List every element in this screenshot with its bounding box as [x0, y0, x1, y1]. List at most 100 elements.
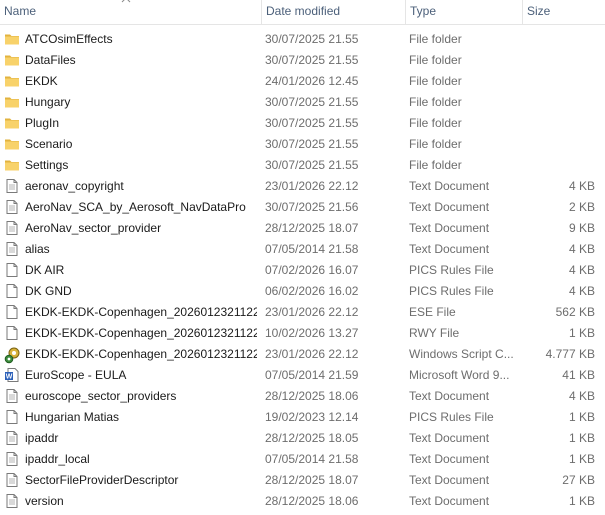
file-row[interactable]: DK AIR 07/02/2026 16.07 PICS Rules File 4 K… — [0, 260, 605, 281]
blank-file-icon — [4, 323, 22, 344]
file-date-modified: 30/07/2025 21.55 — [265, 32, 359, 46]
file-row[interactable]: EKDK-EKDK-Copenhagen_2026012321122... 23/… — [0, 344, 605, 365]
file-size: 1 KB — [568, 494, 595, 508]
file-size: 4 KB — [568, 389, 595, 403]
folder-icon — [4, 155, 22, 176]
file-name: EKDK-EKDK-Copenhagen_2026012321122... — [25, 326, 257, 340]
file-size: 2 KB — [568, 200, 595, 214]
file-date-modified: 28/12/2025 18.05 — [265, 431, 359, 445]
file-date-modified: 28/12/2025 18.07 — [265, 221, 359, 235]
file-size: 4 KB — [568, 242, 595, 256]
file-type: PICS Rules File — [409, 410, 494, 424]
file-type: Text Document — [409, 179, 490, 193]
file-name: ATCOsimEffects — [25, 32, 113, 46]
file-date-modified: 30/07/2025 21.55 — [265, 137, 359, 151]
file-list: ATCOsimEffects 30/07/2025 21.55 File folde… — [0, 29, 605, 512]
file-date-modified: 19/02/2023 12.14 — [265, 410, 359, 424]
file-row[interactable]: aeronav_copyright 23/01/2026 22.12 Text Do… — [0, 176, 605, 197]
file-row[interactable]: DataFiles 30/07/2025 21.55 File folder — [0, 50, 605, 71]
text-document-icon — [4, 449, 22, 470]
text-document-icon — [4, 491, 22, 512]
blank-file-icon — [4, 281, 22, 302]
file-size: 1 KB — [568, 452, 595, 466]
file-date-modified: 23/01/2026 22.12 — [265, 179, 359, 193]
file-type: ESE File — [409, 305, 456, 319]
file-row[interactable]: Settings 30/07/2025 21.55 File folder — [0, 155, 605, 176]
file-size: 4 KB — [568, 263, 595, 277]
file-type: Microsoft Word 9... — [409, 368, 510, 382]
file-row[interactable]: EKDK 24/01/2026 12.45 File folder — [0, 71, 605, 92]
file-name: EKDK-EKDK-Copenhagen_2026012321122... — [25, 347, 257, 361]
file-date-modified: 30/07/2025 21.55 — [265, 158, 359, 172]
file-size — [520, 92, 595, 113]
column-header-size[interactable]: Size — [522, 0, 605, 24]
column-header-name[interactable]: Name — [0, 0, 261, 24]
file-row[interactable]: AeroNav_sector_provider 28/12/2025 18.07 T… — [0, 218, 605, 239]
file-row[interactable]: ipaddr 28/12/2025 18.05 Text Document 1 KB — [0, 428, 605, 449]
file-size — [520, 71, 595, 92]
file-size: 1 KB — [568, 326, 595, 340]
file-type: PICS Rules File — [409, 263, 494, 277]
file-size: 562 KB — [555, 305, 595, 319]
text-document-icon — [4, 428, 22, 449]
file-name: EKDK — [25, 74, 58, 88]
file-type: File folder — [409, 95, 462, 109]
file-date-modified: 07/05/2014 21.58 — [265, 242, 359, 256]
file-row[interactable]: ATCOsimEffects 30/07/2025 21.55 File folde… — [0, 29, 605, 50]
file-date-modified: 10/02/2026 13.27 — [265, 326, 359, 340]
file-type: File folder — [409, 137, 462, 151]
file-name: DataFiles — [25, 53, 76, 67]
file-name: Hungarian Matias — [25, 410, 120, 424]
file-date-modified: 30/07/2025 21.55 — [265, 116, 359, 130]
file-row[interactable]: W EuroScope - EULA 07/05/2014 21.59 Microso… — [0, 365, 605, 386]
column-header-type[interactable]: Type — [405, 0, 522, 24]
file-size — [520, 29, 595, 50]
file-row[interactable]: Hungarian Matias 19/02/2023 12.14 PICS Rul… — [0, 407, 605, 428]
file-size — [520, 50, 595, 71]
file-date-modified: 28/12/2025 18.06 — [265, 494, 359, 508]
file-size: 9 KB — [568, 221, 595, 235]
file-row[interactable]: euroscope_sector_providers 28/12/2025 18.… — [0, 386, 605, 407]
folder-icon — [4, 50, 22, 71]
file-size: 4 KB — [568, 284, 595, 298]
file-row[interactable]: SectorFileProviderDescriptor 28/12/2025 1… — [0, 470, 605, 491]
file-date-modified: 23/01/2026 22.12 — [265, 305, 359, 319]
file-type: File folder — [409, 32, 462, 46]
svg-text:W: W — [6, 374, 13, 381]
file-name: SectorFileProviderDescriptor — [25, 473, 179, 487]
file-type: RWY File — [409, 326, 460, 340]
file-size — [520, 134, 595, 155]
file-type: File folder — [409, 158, 462, 172]
file-date-modified: 07/02/2026 16.07 — [265, 263, 359, 277]
file-name: EKDK-EKDK-Copenhagen_2026012321122... — [25, 305, 257, 319]
blank-file-icon — [4, 407, 22, 428]
file-date-modified: 28/12/2025 18.07 — [265, 473, 359, 487]
file-row[interactable]: Hungary 30/07/2025 21.55 File folder — [0, 92, 605, 113]
file-row[interactable]: EKDK-EKDK-Copenhagen_2026012321122... 10/… — [0, 323, 605, 344]
column-header-bar: Name Date modified Type Size — [0, 0, 605, 25]
file-name: Settings — [25, 158, 69, 172]
file-row[interactable]: ipaddr_local 07/05/2014 21.58 Text Documen… — [0, 449, 605, 470]
file-row[interactable]: EKDK-EKDK-Copenhagen_2026012321122... 23/… — [0, 302, 605, 323]
file-row[interactable]: DK GND 06/02/2026 16.02 PICS Rules File 4 K… — [0, 281, 605, 302]
file-date-modified: 07/05/2014 21.59 — [265, 368, 359, 382]
file-name: Scenario — [25, 137, 73, 151]
file-row[interactable]: AeroNav_SCA_by_Aerosoft_NavDataPro 30/07/… — [0, 197, 605, 218]
file-name: AeroNav_SCA_by_Aerosoft_NavDataPro — [25, 200, 246, 214]
file-name: ipaddr_local — [25, 452, 90, 466]
blank-file-icon — [4, 302, 22, 323]
file-row[interactable]: PlugIn 30/07/2025 21.55 File folder — [0, 113, 605, 134]
sort-up-icon — [121, 0, 131, 3]
file-row[interactable]: alias 07/05/2014 21.58 Text Document 4 KB — [0, 239, 605, 260]
file-name: ipaddr — [25, 431, 59, 445]
file-row[interactable]: Scenario 30/07/2025 21.55 File folder — [0, 134, 605, 155]
folder-icon — [4, 71, 22, 92]
file-name: DK GND — [25, 284, 72, 298]
file-name: EuroScope - EULA — [25, 368, 127, 382]
text-document-icon — [4, 470, 22, 491]
file-size — [520, 155, 595, 176]
file-row[interactable]: version 28/12/2025 18.06 Text Document 1 KB — [0, 491, 605, 512]
column-header-date-modified[interactable]: Date modified — [261, 0, 405, 24]
folder-icon — [4, 134, 22, 155]
file-date-modified: 30/07/2025 21.55 — [265, 53, 359, 67]
